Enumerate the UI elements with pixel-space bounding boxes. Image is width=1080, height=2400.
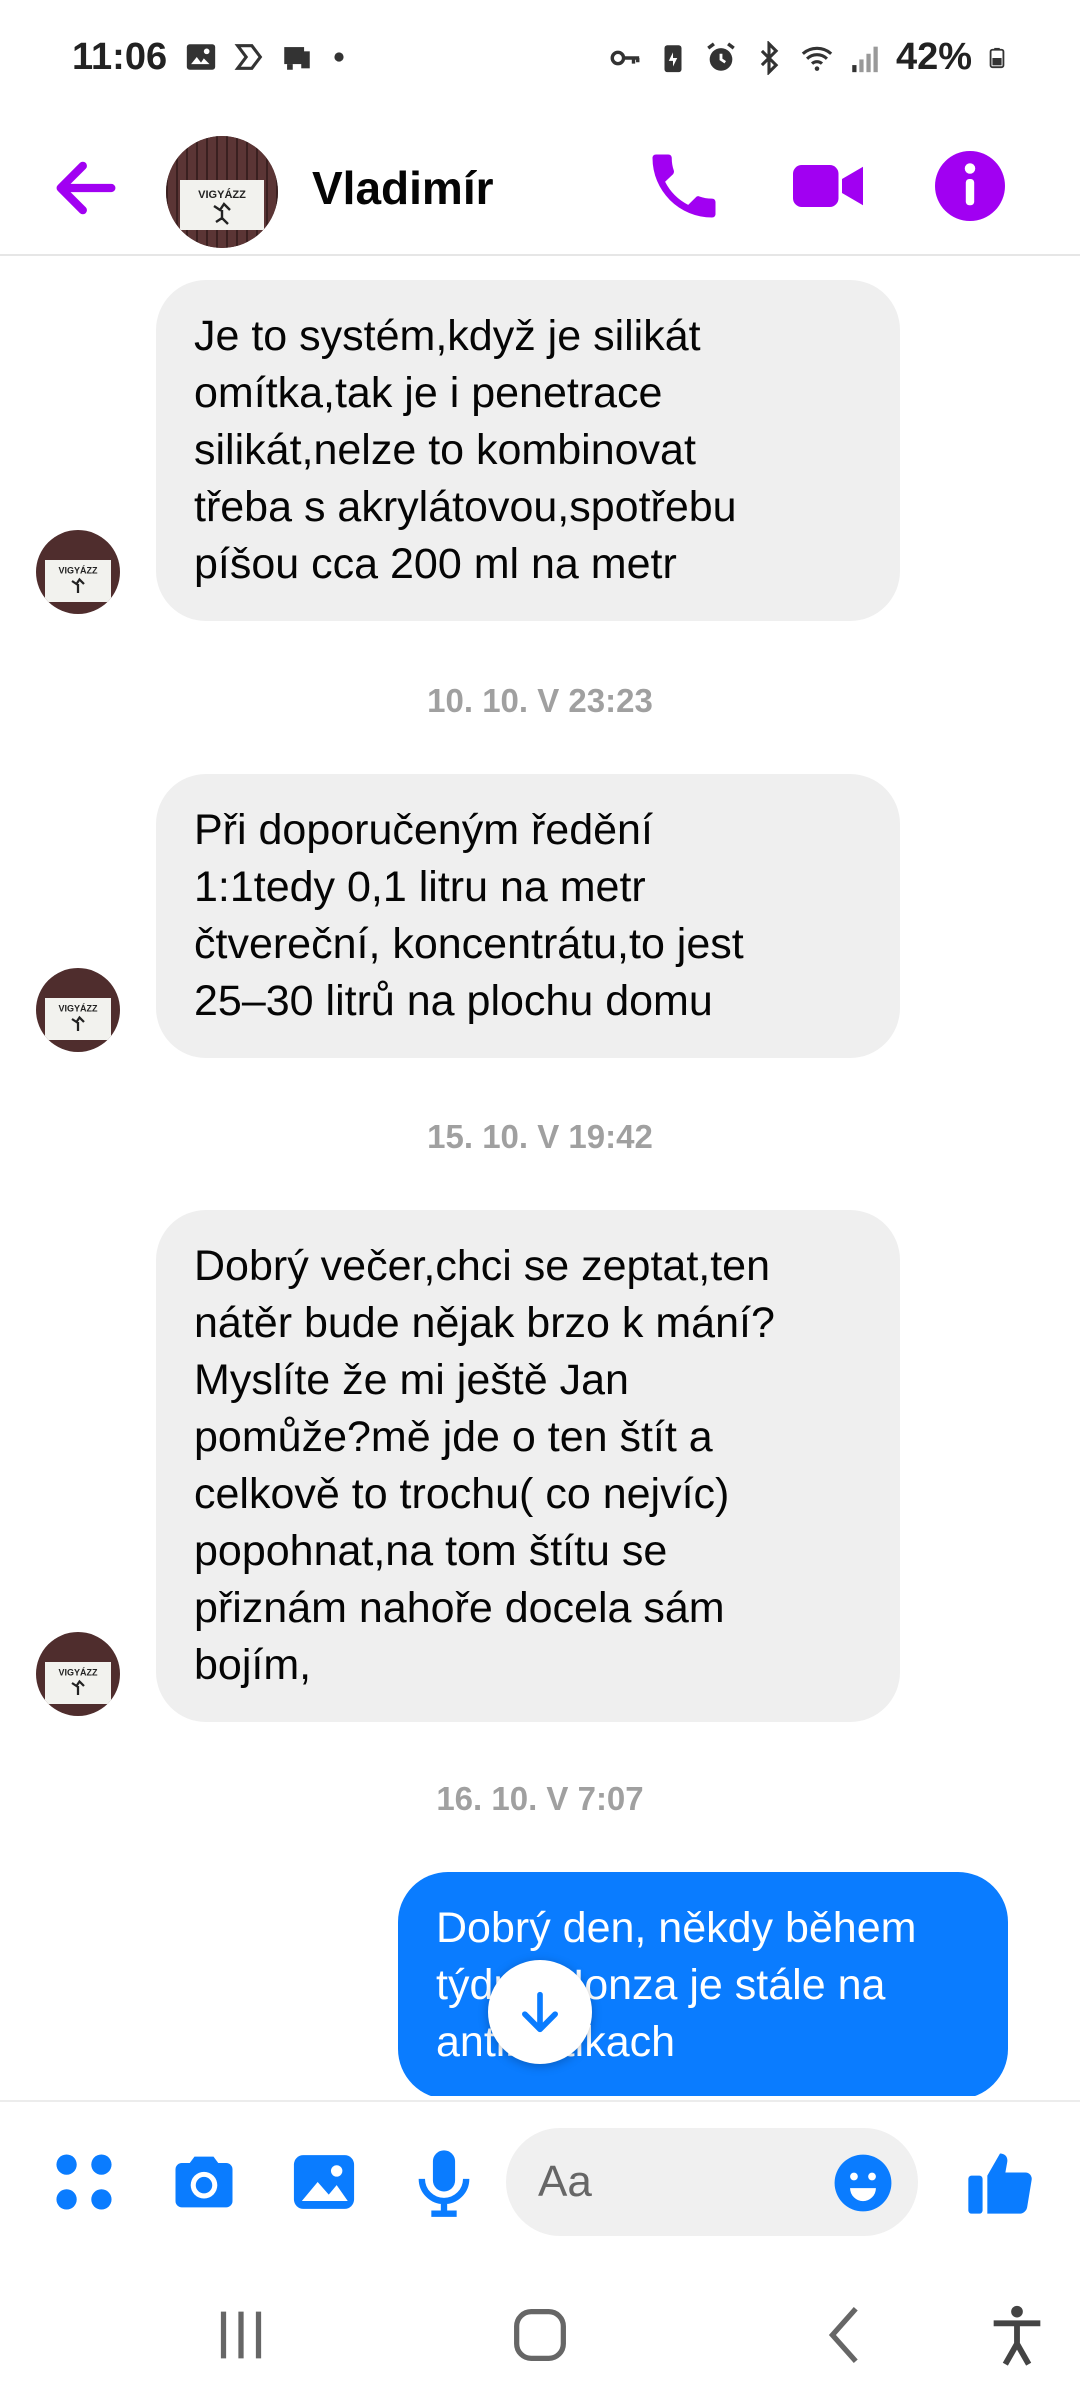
status-left-icons — [184, 40, 350, 74]
incoming-message[interactable]: Při doporučeným ředění 1:1tedy 0,1 litru… — [156, 774, 900, 1058]
status-bar: 11:06 42% — [0, 0, 1080, 120]
signal-icon — [852, 46, 878, 72]
message-input-wrapper[interactable] — [506, 2128, 918, 2236]
incoming-message[interactable]: Dobrý večer,chci se zeptat,ten nátěr bud… — [156, 1210, 900, 1722]
incoming-message[interactable]: Je to systém,když je silikát omítka,tak … — [156, 280, 900, 621]
timestamp: 16. 10. V 7:07 — [436, 1780, 644, 1817]
alarm-icon — [707, 41, 735, 71]
vpn-key-icon — [610, 50, 640, 65]
avatar-sign-text: VIGYÁZZ — [58, 1668, 98, 1678]
gallery-icon[interactable] — [286, 2144, 362, 2220]
camera-icon[interactable] — [166, 2144, 242, 2220]
sender-avatar[interactable]: VIGYÁZZ — [36, 1632, 120, 1716]
accessibility-icon[interactable] — [982, 2300, 1052, 2370]
chat-header: VIGYÁZZ Vladimír — [0, 120, 1080, 256]
microphone-icon[interactable] — [406, 2144, 482, 2220]
info-icon[interactable] — [928, 144, 1012, 228]
video-call-icon[interactable] — [786, 144, 870, 228]
thumbs-up-icon[interactable] — [962, 2144, 1038, 2220]
back-icon[interactable] — [812, 2300, 882, 2370]
outgoing-message[interactable]: Dobrý den, někdy během týdne Honza je st… — [398, 1872, 1008, 2096]
apps-menu-icon[interactable] — [46, 2144, 122, 2220]
arrow-down-icon — [522, 1991, 558, 2033]
bluetooth-icon — [760, 40, 779, 75]
avatar-sign-text: VIGYÁZZ — [58, 566, 98, 576]
contact-avatar[interactable]: VIGYÁZZ — [166, 136, 278, 248]
timestamp: 10. 10. V 23:23 — [427, 682, 653, 719]
device-icon — [284, 47, 310, 70]
scroll-to-bottom-button[interactable] — [488, 1960, 592, 2064]
status-time: 11:06 — [72, 36, 168, 78]
message-composer — [0, 2100, 1080, 2260]
wifi-icon — [801, 46, 833, 71]
battery-icon — [989, 47, 1005, 68]
battery-percentage: 42% — [895, 36, 972, 78]
sender-avatar[interactable]: VIGYÁZZ — [36, 968, 120, 1052]
emoji-icon[interactable] — [832, 2152, 894, 2214]
avatar-sign-text: VIGYÁZZ — [198, 188, 246, 201]
avatar-sign-text: VIGYÁZZ — [58, 1004, 98, 1014]
sender-avatar[interactable]: VIGYÁZZ — [36, 530, 120, 614]
dot-icon — [334, 52, 344, 62]
back-arrow-icon[interactable] — [48, 150, 124, 226]
message-list[interactable]: Je to systém,když je silikát omítka,tak … — [0, 258, 1080, 2096]
phone-call-icon[interactable] — [642, 144, 726, 228]
home-icon[interactable] — [505, 2300, 575, 2370]
status-right-icons: 42% — [608, 36, 1008, 79]
timestamp: 15. 10. V 19:42 — [427, 1118, 653, 1155]
battery-saver-icon — [664, 44, 682, 72]
android-navigation-bar — [0, 2260, 1080, 2400]
bixby-icon — [234, 44, 263, 70]
recents-icon[interactable] — [206, 2300, 276, 2370]
message-input[interactable] — [538, 2152, 818, 2212]
image-icon — [186, 44, 216, 70]
contact-name[interactable]: Vladimír — [312, 146, 494, 230]
